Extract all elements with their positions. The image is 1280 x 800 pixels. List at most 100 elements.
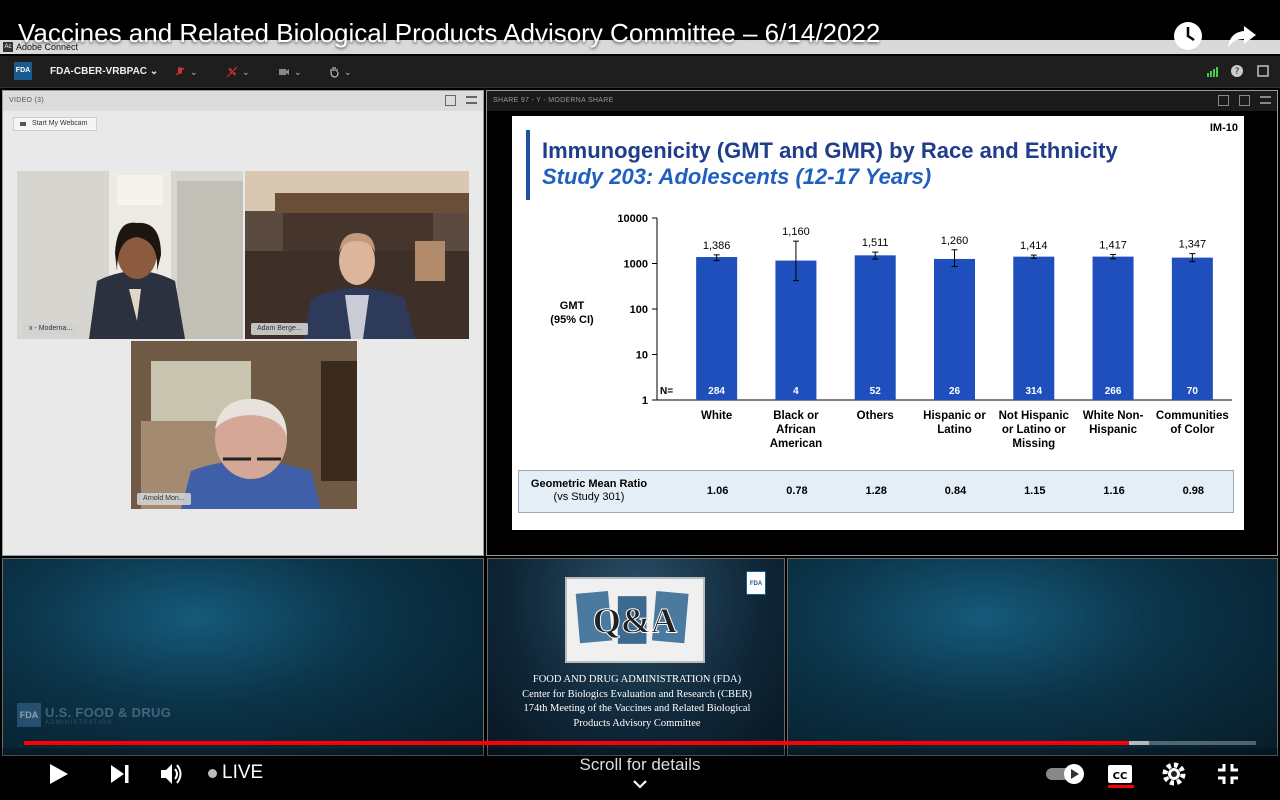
y-tick-label: 100: [630, 304, 648, 316]
chevron-down-icon: ⌄: [294, 66, 302, 77]
qa-caption: FOOD AND DRUG ADMINISTRATION (FDA) Cente…: [488, 673, 786, 731]
participant-video-frame: [131, 341, 357, 509]
played-bar: [24, 741, 1130, 745]
n-value: 284: [708, 386, 725, 397]
share-pod-header: SHARE 97 - Y - MODERNA SHARE: [487, 91, 1277, 111]
share-icon[interactable]: [1226, 20, 1258, 52]
presentation-slide: IM-10 Immunogenicity (GMT and GMR) by Ra…: [512, 116, 1244, 530]
gmr-sublabel: (vs Study 301): [553, 491, 625, 503]
pod-fullscreen-icon[interactable]: [445, 95, 456, 106]
x-tick-label: American: [770, 438, 822, 450]
camera-icon: [279, 69, 289, 75]
n-value: 314: [1025, 386, 1042, 397]
microphone-muted-icon: [175, 67, 185, 76]
n-value: 4: [793, 386, 799, 397]
participant-video-3[interactable]: Arnold Mon...: [131, 341, 357, 509]
participant-video-1[interactable]: x - Moderna...: [17, 171, 243, 339]
qa-graphic: Q&A: [565, 577, 705, 663]
chevron-down-icon[interactable]: [632, 778, 648, 790]
pod-menu-icon[interactable]: [466, 96, 477, 104]
speaker-control[interactable]: ⌄: [226, 64, 250, 80]
y-tick-label: 1000: [624, 259, 648, 271]
settings-icon[interactable]: [1160, 760, 1188, 788]
x-tick-label: or Latino or: [1002, 424, 1066, 436]
gmr-label: Geometric Mean Ratio: [530, 478, 648, 490]
app-menubar: FDA FDA-CBER-VRBPAC ⌄ ⌄ ⌄ ⌄ ⌄ ?: [0, 56, 1280, 88]
watch-later-icon[interactable]: [1172, 20, 1204, 52]
captions-icon[interactable]: CC: [1106, 760, 1134, 788]
qa-caption-line: FOOD AND DRUG ADMINISTRATION (FDA): [532, 674, 742, 685]
data-label: 1,511: [862, 237, 889, 249]
fda-logo: FDA U.S. FOOD & DRUG ADMINISTRATION: [17, 703, 171, 727]
phone-muted-icon: [226, 66, 238, 78]
data-label: 1,386: [703, 240, 731, 252]
fda-logo-mark: FDA: [17, 703, 41, 727]
room-name: FDA-CBER-VRBPAC: [50, 66, 148, 77]
gmt-bar-chart: 10000 1000 100 10 1 GMT (95% CI) N= 1,386 284 Whit…: [550, 213, 1232, 450]
player-controls: LIVE Scroll for details CC: [0, 748, 1280, 800]
gmr-row: Geometric Mean Ratio (vs Study 301) 1.06…: [518, 470, 1234, 513]
y-tick-label: 10000: [617, 213, 648, 225]
qa-pod: FDA Q&A FOOD AND DRUG ADMINISTRATION (FD…: [487, 558, 785, 756]
gmr-value: 1.06: [706, 485, 729, 497]
gmr-value: 1.28: [865, 485, 887, 497]
bar: [775, 260, 817, 400]
video-title[interactable]: Vaccines and Related Biological Products…: [18, 18, 880, 49]
progress-bar[interactable]: [24, 741, 1256, 745]
captions-active-indicator: [1108, 785, 1134, 788]
y-tick-label: 1: [642, 395, 648, 407]
n-value: 52: [870, 386, 882, 397]
fda-room-badge: FDA: [14, 62, 32, 80]
gmr-value: 0.84: [944, 485, 967, 497]
qa-caption-line: Center for Biologics Evaluation and Rese…: [522, 688, 752, 700]
gmr-value: 0.78: [786, 485, 808, 497]
participant-name-label: Adam Berge...: [251, 323, 308, 335]
x-tick-label: Black or: [773, 410, 819, 422]
qa-caption-line: 174th Meeting of the Vaccines and Relate…: [523, 703, 751, 714]
qa-caption-line: Products Advisory Committee: [573, 717, 701, 729]
gmr-value: 1.16: [1103, 485, 1125, 497]
fda-logo-name: U.S. FOOD & DRUG: [45, 704, 172, 720]
fda-small-logo: FDA: [746, 571, 766, 595]
pod-menu-icon[interactable]: [1260, 96, 1271, 104]
svg-text:CC: CC: [1113, 771, 1128, 782]
participant-video-2[interactable]: Adam Berge...: [245, 171, 469, 339]
x-tick-label: Hispanic or: [923, 410, 986, 422]
chevron-down-icon: ⌄: [242, 66, 250, 77]
help-icon[interactable]: ?: [1230, 64, 1244, 78]
participant-video-frame: [17, 171, 243, 339]
autoplay-toggle-icon[interactable]: [1044, 760, 1090, 788]
pod-fit-icon[interactable]: [1218, 95, 1229, 106]
n-label: N=: [660, 386, 673, 397]
branding-pod-left: FDA U.S. FOOD & DRUG ADMINISTRATION: [2, 558, 484, 756]
data-label: 1,160: [782, 226, 810, 238]
video-pod-title: VIDEO (3): [9, 97, 44, 104]
chevron-down-icon: ⌄: [149, 66, 159, 77]
svg-text:?: ?: [1235, 67, 1240, 77]
audio-control[interactable]: ⌄: [174, 64, 198, 80]
bar: [1171, 257, 1213, 400]
x-tick-label: Missing: [1012, 438, 1055, 450]
room-menu[interactable]: FDA-CBER-VRBPAC ⌄: [50, 66, 158, 77]
video-pod: VIDEO (3) Start My Webcam x - Moderna...: [2, 90, 484, 556]
camera-control[interactable]: ⌄: [278, 64, 302, 80]
x-tick-label: White: [701, 410, 732, 422]
pod-fullscreen-icon[interactable]: [1239, 95, 1250, 106]
chevron-down-icon: ⌄: [344, 66, 352, 77]
raise-hand-control[interactable]: ⌄: [328, 64, 352, 80]
participant-name-label: x - Moderna...: [23, 323, 79, 335]
x-tick-label: Hispanic: [1089, 424, 1138, 436]
fullscreen-icon[interactable]: [1214, 760, 1242, 788]
data-label: 1,260: [941, 235, 969, 247]
gmr-value: 1.15: [1024, 485, 1046, 497]
adobe-connect-logo: Ac: [3, 42, 13, 52]
y-axis-label: GMT: [560, 300, 585, 312]
x-tick-label: Others: [857, 410, 894, 422]
data-label: 1,414: [1020, 240, 1048, 252]
x-tick-label: African: [776, 424, 816, 436]
connection-signal-icon[interactable]: [1206, 64, 1220, 78]
fullscreen-toggle-icon[interactable]: [1256, 64, 1270, 78]
bar: [854, 255, 896, 400]
bar: [1013, 256, 1055, 400]
start-webcam-button[interactable]: Start My Webcam: [13, 117, 97, 131]
